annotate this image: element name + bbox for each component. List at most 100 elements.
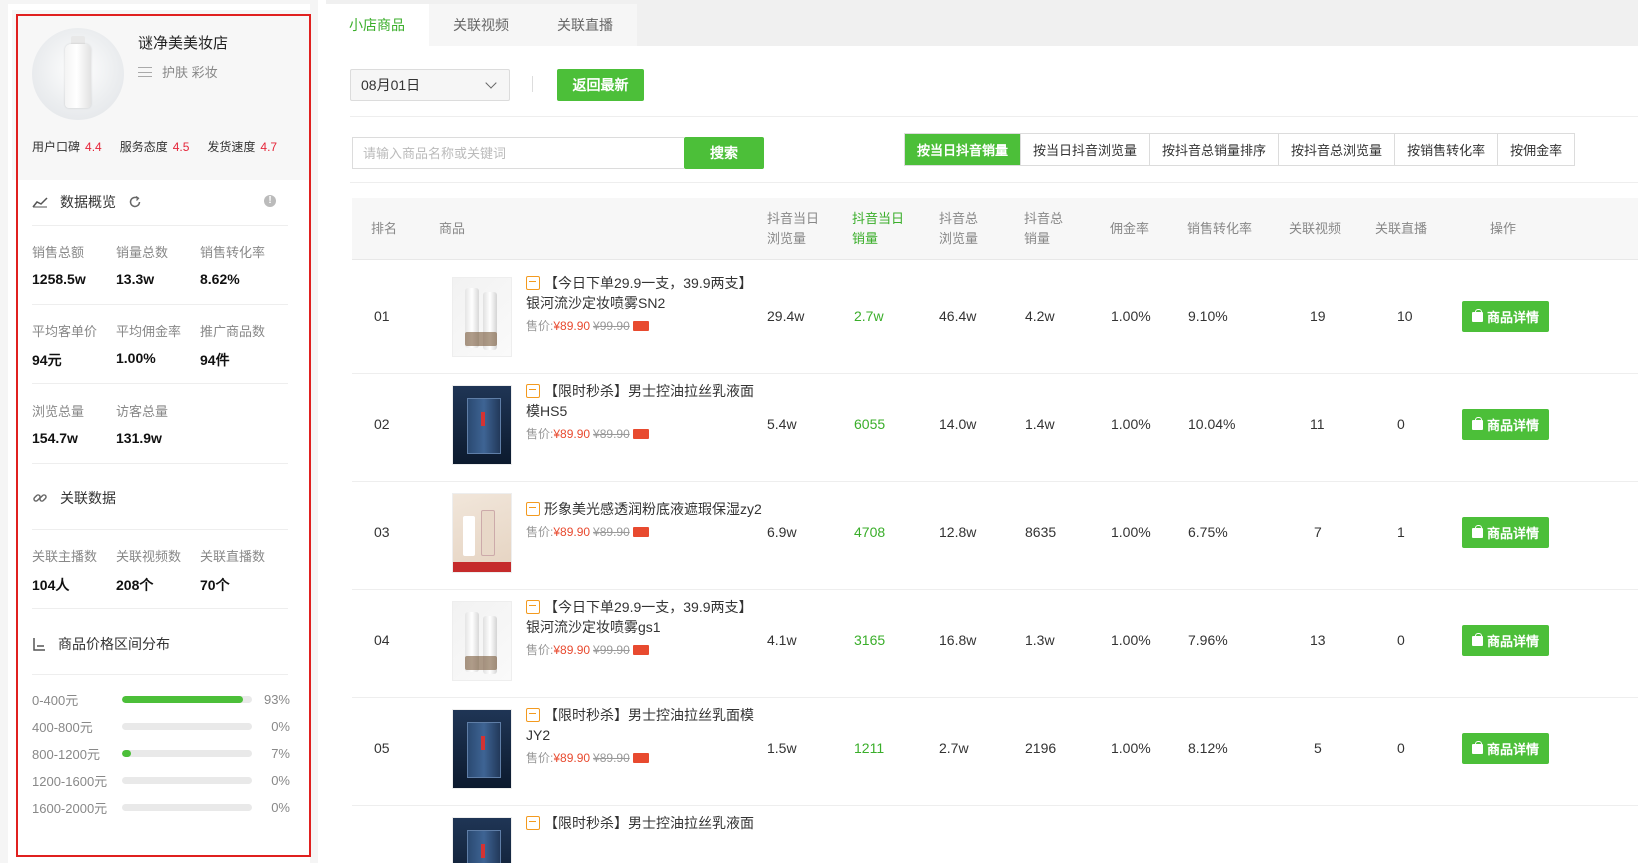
date-select[interactable]: 08月01日 — [350, 69, 510, 101]
stat-total-visitors: 访客总量 131.9w — [116, 404, 169, 446]
cell-conversion: 7.96% — [1188, 632, 1228, 648]
cell-rank: 05 — [374, 740, 390, 756]
cell-rank: 01 — [374, 308, 390, 324]
product-price: 售价:¥89.90 ¥99.90 — [526, 641, 766, 658]
price-dist-row: 1600-2000元 0% — [32, 799, 290, 816]
search-button[interactable]: 搜索 — [684, 137, 764, 169]
sort-total-views[interactable]: 按抖音总浏览量 — [1278, 134, 1395, 165]
cell-total-views: 14.0w — [939, 416, 977, 432]
table-row: 03 形象美光感透润粉底液遮瑕保湿zy2 售价:¥89.90 ¥89.90 6.9… — [352, 477, 1638, 590]
product-title[interactable]: 【今日下单29.9一支，39.9两支】 银河流沙定妆喷雾gs1 — [526, 597, 766, 637]
cell-commission: 1.00% — [1111, 416, 1151, 432]
store-category: 护肤 彩妆 — [138, 62, 218, 81]
date-select-value: 08月01日 — [361, 77, 421, 93]
tab-related-videos[interactable]: 关联视频 — [429, 4, 533, 46]
cell-conversion: 6.75% — [1188, 524, 1228, 540]
store-name[interactable]: 谜净美美妆店 — [138, 32, 228, 53]
th-commission[interactable]: 佣金率 — [1110, 219, 1149, 239]
cell-total-views: 2.7w — [939, 740, 969, 756]
store-logo — [32, 28, 124, 120]
coupon-icon — [632, 753, 649, 763]
cell-lives: 10 — [1397, 308, 1413, 324]
table-row: 04 【今日下单29.9一支，39.9两支】 银河流沙定妆喷雾gs1 售价:¥89… — [352, 585, 1638, 698]
main-content: 小店商品 关联视频 关联直播 08月01日 返回最新 搜索 按当日抖音销量 按当… — [325, 0, 1638, 863]
tab-store-products[interactable]: 小店商品 — [325, 4, 429, 46]
sort-commission[interactable]: 按佣金率 — [1497, 134, 1575, 165]
shopping-bag-icon — [1471, 524, 1483, 538]
stat-related-lives: 关联直播数 70个 — [200, 549, 266, 593]
refresh-latest-button[interactable]: 返回最新 — [557, 69, 644, 101]
refresh-icon[interactable] — [128, 195, 142, 209]
sort-day-views[interactable]: 按当日抖音浏览量 — [1020, 134, 1150, 165]
product-info: 【限时秒杀】男士控油拉丝乳液面 — [526, 813, 766, 833]
cell-day-views: 6.9w — [767, 524, 797, 540]
cell-conversion: 9.10% — [1188, 308, 1228, 324]
divider — [350, 182, 1638, 183]
cell-total-sales: 2196 — [1025, 740, 1057, 756]
product-title[interactable]: 【今日下单29.9一支，39.9两支】 银河流沙定妆喷雾SN2 — [526, 273, 766, 313]
related-title: 关联数据 — [32, 488, 116, 508]
stat-related-videos: 关联视频数 208个 — [116, 549, 182, 593]
chevron-down-icon — [485, 77, 497, 89]
th-total-views[interactable]: 抖音总 浏览量 — [939, 209, 978, 249]
search-input[interactable] — [352, 137, 684, 169]
th-day-sales[interactable]: 抖音当日 销量 — [852, 209, 904, 249]
coupon-icon — [632, 645, 649, 655]
product-image[interactable] — [452, 709, 512, 789]
price-dist-bar — [122, 695, 252, 703]
product-image[interactable] — [452, 385, 512, 465]
info-icon[interactable]: ! — [264, 195, 276, 207]
sort-conversion[interactable]: 按销售转化率 — [1394, 134, 1498, 165]
product-title[interactable]: 【限时秒杀】男士控油拉丝乳液面 — [526, 813, 766, 833]
related-title-text: 关联数据 — [60, 490, 116, 506]
cell-day-views: 4.1w — [767, 632, 797, 648]
sort-day-sales[interactable]: 按当日抖音销量 — [905, 134, 1021, 165]
product-image[interactable] — [452, 601, 512, 681]
tab-related-lives[interactable]: 关联直播 — [533, 4, 637, 46]
price-dist-bar — [122, 749, 252, 757]
stat-sales-amount: 销售总额 1258.5w — [32, 245, 86, 287]
product-info: 形象美光感透润粉底液遮瑕保湿zy2 售价:¥89.90 ¥89.90 — [526, 499, 766, 540]
rating-item: 发货速度 4.7 — [207, 140, 278, 154]
th-day-views[interactable]: 抖音当日 浏览量 — [767, 209, 819, 249]
product-detail-button[interactable]: 商品详情 — [1462, 733, 1549, 764]
cell-total-views: 12.8w — [939, 524, 977, 540]
product-price: 售价:¥89.90 ¥99.90 — [526, 317, 766, 334]
product-detail-button[interactable]: 商品详情 — [1462, 517, 1549, 548]
product-title[interactable]: 【限时秒杀】男士控油拉丝乳面模 JY2 — [526, 705, 766, 745]
cell-lives: 0 — [1397, 416, 1405, 432]
cell-day-views: 1.5w — [767, 740, 797, 756]
cell-videos: 19 — [1310, 308, 1326, 324]
overview-title: 数据概览 — [32, 192, 142, 212]
th-conversion[interactable]: 销售转化率 — [1187, 219, 1252, 239]
stat-sales-count: 销量总数 13.3w — [116, 245, 169, 287]
product-info: 【今日下单29.9一支，39.9两支】 银河流沙定妆喷雾SN2 售价:¥89.90… — [526, 273, 766, 334]
stat-related-anchors: 关联主播数 104人 — [32, 549, 98, 593]
product-image[interactable] — [452, 817, 512, 863]
product-price: 售价:¥89.90 ¥89.90 — [526, 749, 766, 766]
product-detail-button[interactable]: 商品详情 — [1462, 409, 1549, 440]
cell-lives: 0 — [1397, 740, 1405, 756]
divider — [32, 463, 288, 464]
th-product: 商品 — [439, 221, 466, 236]
product-title[interactable]: 形象美光感透润粉底液遮瑕保湿zy2 — [526, 499, 766, 519]
cell-lives: 0 — [1397, 632, 1405, 648]
divider — [32, 225, 288, 226]
store-ratings: 用户口碑 4.4 服务态度 4.5 发货速度 4.7 — [32, 138, 277, 155]
cell-day-sales: 1211 — [854, 740, 885, 756]
th-total-sales[interactable]: 抖音总 销量 — [1024, 209, 1063, 249]
product-image[interactable] — [452, 493, 512, 573]
product-detail-button[interactable]: 商品详情 — [1462, 625, 1549, 656]
product-title[interactable]: 【限时秒杀】男士控油拉丝乳液面 模HS5 — [526, 381, 766, 421]
shop-icon — [526, 600, 540, 614]
stat-avg-price: 平均客单价 94元 — [32, 324, 98, 368]
price-dist-row: 0-400元 93% — [32, 691, 290, 708]
product-detail-button[interactable]: 商品详情 — [1462, 301, 1549, 332]
cell-rank: 02 — [374, 416, 390, 432]
product-image[interactable] — [452, 277, 512, 357]
product-info: 【限时秒杀】男士控油拉丝乳面模 JY2 售价:¥89.90 ¥89.90 — [526, 705, 766, 766]
price-dist-row: 800-1200元 7% — [32, 745, 290, 762]
sort-total-sales[interactable]: 按抖音总销量排序 — [1149, 134, 1279, 165]
shop-icon — [526, 384, 540, 398]
overview-title-text: 数据概览 — [60, 194, 116, 210]
